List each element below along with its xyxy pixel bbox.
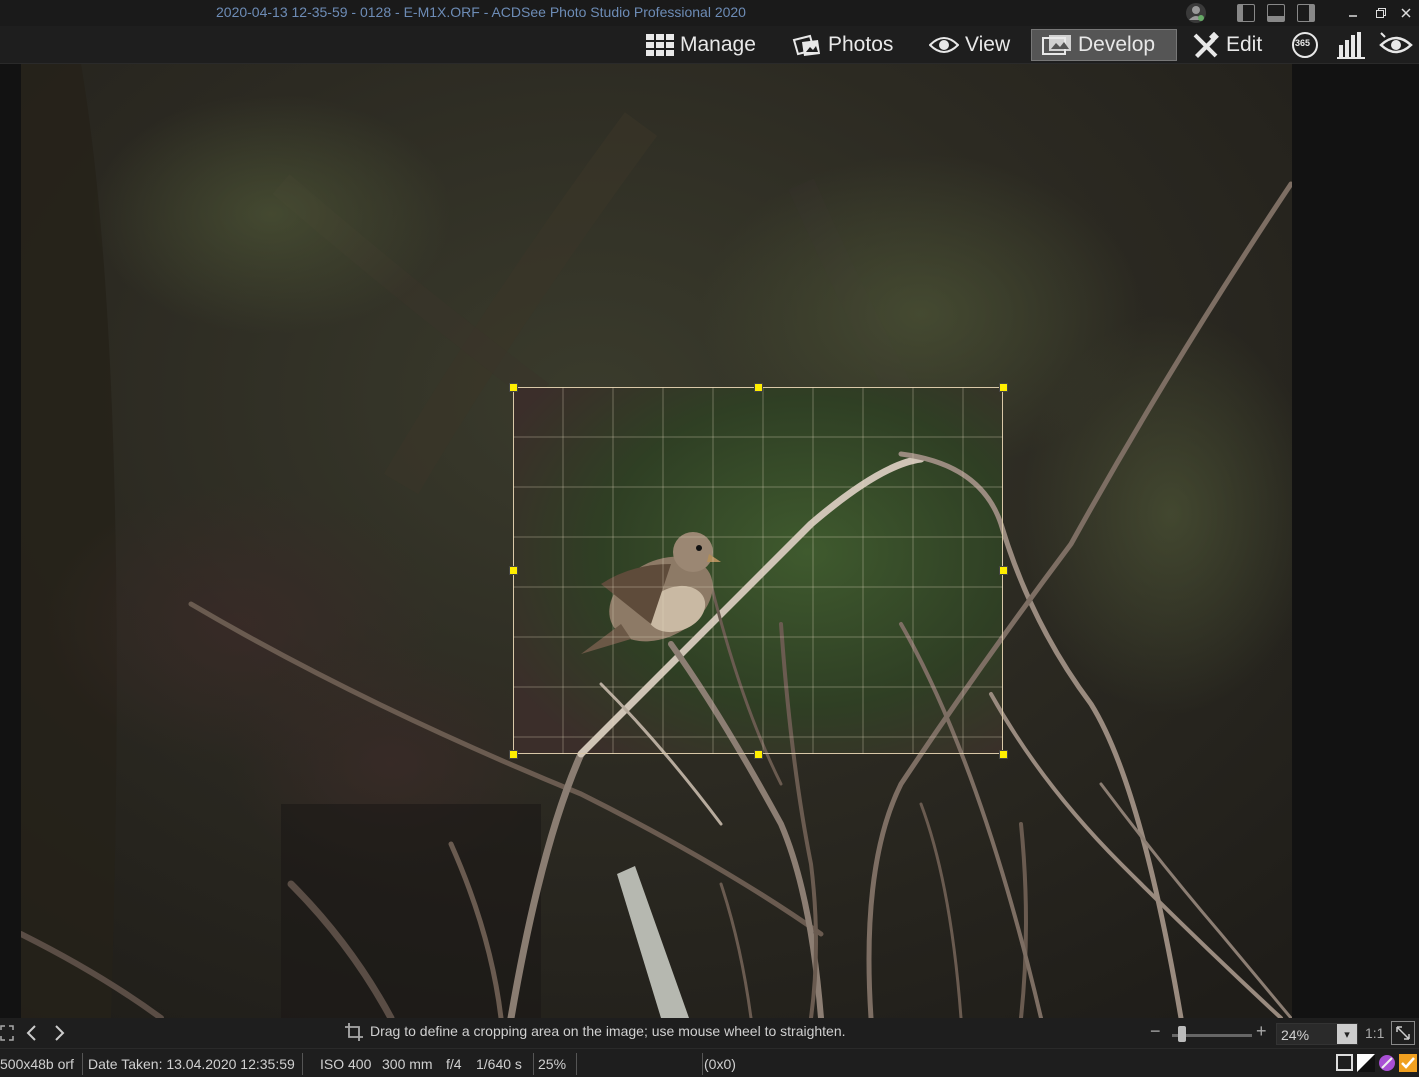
edit-label: Edit: [1226, 33, 1263, 56]
crop-grid: [513, 387, 1003, 754]
iso-value: ISO 400: [320, 1056, 372, 1072]
zoom-level-dropdown[interactable]: 24% ▾: [1276, 1023, 1358, 1045]
file-info: 500x48b orf: [0, 1056, 74, 1072]
crop-handle-bottom[interactable]: [754, 750, 763, 759]
next-image-icon[interactable]: [53, 1025, 67, 1044]
edit-tools-icon: [1193, 32, 1219, 58]
image-canvas[interactable]: [0, 64, 1419, 1018]
view-label: View: [965, 33, 1011, 56]
zoom-slider-thumb[interactable]: [1178, 1026, 1186, 1042]
status-bar: 500x48b orf Date Taken: 13.04.2020 12:35…: [0, 1048, 1419, 1077]
zoom-level-value: 24%: [1281, 1027, 1310, 1043]
view-mode-button[interactable]: View: [919, 29, 1020, 61]
zoom-in-button[interactable]: +: [1256, 1021, 1267, 1042]
chevron-down-icon[interactable]: ▾: [1337, 1024, 1357, 1044]
crop-handle-right[interactable]: [999, 566, 1008, 575]
left-panel-toggle-icon[interactable]: [1236, 2, 1256, 24]
divider: [82, 1053, 83, 1075]
crop-handle-top-left[interactable]: [509, 383, 518, 392]
manage-label: Manage: [680, 33, 756, 56]
dashboard-chart-icon[interactable]: [1335, 30, 1367, 60]
restore-icon[interactable]: [1371, 2, 1391, 24]
focal-length: 300 mm: [382, 1056, 433, 1072]
cursor-coordinates: (0x0): [704, 1056, 736, 1072]
photos-label: Photos: [828, 33, 894, 56]
divider: [533, 1053, 534, 1075]
rating-icon[interactable]: [1357, 1054, 1375, 1075]
develop-icon: [1042, 35, 1071, 55]
bottom-panel-toggle-icon[interactable]: [1266, 2, 1286, 24]
acdsee-window: 2020-04-13 12-35-59 - 0128 - E-M1X.ORF -…: [0, 0, 1419, 1077]
tag-checkbox-icon[interactable]: [1336, 1054, 1354, 1075]
title-bar: 2020-04-13 12-35-59 - 0128 - E-M1X.ORF -…: [0, 0, 1419, 26]
crop-handle-bottom-right[interactable]: [999, 750, 1008, 759]
acdsee-365-icon[interactable]: 365: [1290, 30, 1320, 60]
crop-handle-left[interactable]: [509, 566, 518, 575]
checkmark-icon[interactable]: [1399, 1054, 1417, 1075]
photos-mode-button[interactable]: Photos: [782, 29, 903, 61]
one-to-one-button[interactable]: 1:1: [1365, 1025, 1384, 1041]
crop-handle-top-right[interactable]: [999, 383, 1008, 392]
divider: [576, 1053, 577, 1075]
divider: [302, 1053, 303, 1075]
luxea-eye-icon[interactable]: [1378, 30, 1414, 60]
crop-icon: [344, 1022, 364, 1045]
manage-mode-button[interactable]: Manage: [636, 29, 766, 61]
fullscreen-icon[interactable]: [0, 1025, 14, 1044]
window-title: 2020-04-13 12-35-59 - 0128 - E-M1X.ORF -…: [216, 4, 746, 20]
status-hint: Drag to define a cropping area on the im…: [370, 1023, 846, 1039]
grid-icon: [646, 34, 674, 56]
shutter-speed: 1/640 s: [476, 1056, 522, 1072]
previous-image-icon[interactable]: [24, 1025, 38, 1044]
develop-label: Develop: [1078, 33, 1156, 56]
zoom-percentage: 25%: [538, 1056, 567, 1072]
develop-mode-button[interactable]: Develop: [1031, 29, 1177, 61]
eye-icon: [929, 37, 959, 53]
minimize-icon[interactable]: [1343, 2, 1363, 24]
color-label-icon[interactable]: [1378, 1054, 1396, 1075]
hint-bar: Drag to define a cropping area on the im…: [0, 1018, 1419, 1048]
right-panel-toggle-icon[interactable]: [1296, 2, 1316, 24]
aperture: f/4: [446, 1056, 462, 1072]
crop-handle-bottom-left[interactable]: [509, 750, 518, 759]
divider: [702, 1053, 703, 1075]
user-account-icon[interactable]: [1184, 2, 1208, 24]
resize-arrows-icon: [1396, 1026, 1410, 1040]
crop-handle-top[interactable]: [754, 383, 763, 392]
mode-bar: Manage Photos View Develop Edit 365: [0, 26, 1419, 64]
edit-mode-button[interactable]: Edit: [1182, 29, 1272, 61]
badge-365-label: 365: [1295, 38, 1311, 48]
photos-icon: [792, 34, 820, 56]
zoom-out-button[interactable]: −: [1150, 1021, 1161, 1042]
close-icon[interactable]: [1396, 2, 1416, 24]
date-taken: Date Taken: 13.04.2020 12:35:59: [88, 1056, 295, 1072]
crop-frame[interactable]: [509, 383, 1008, 759]
fit-to-window-button[interactable]: [1391, 1021, 1415, 1045]
